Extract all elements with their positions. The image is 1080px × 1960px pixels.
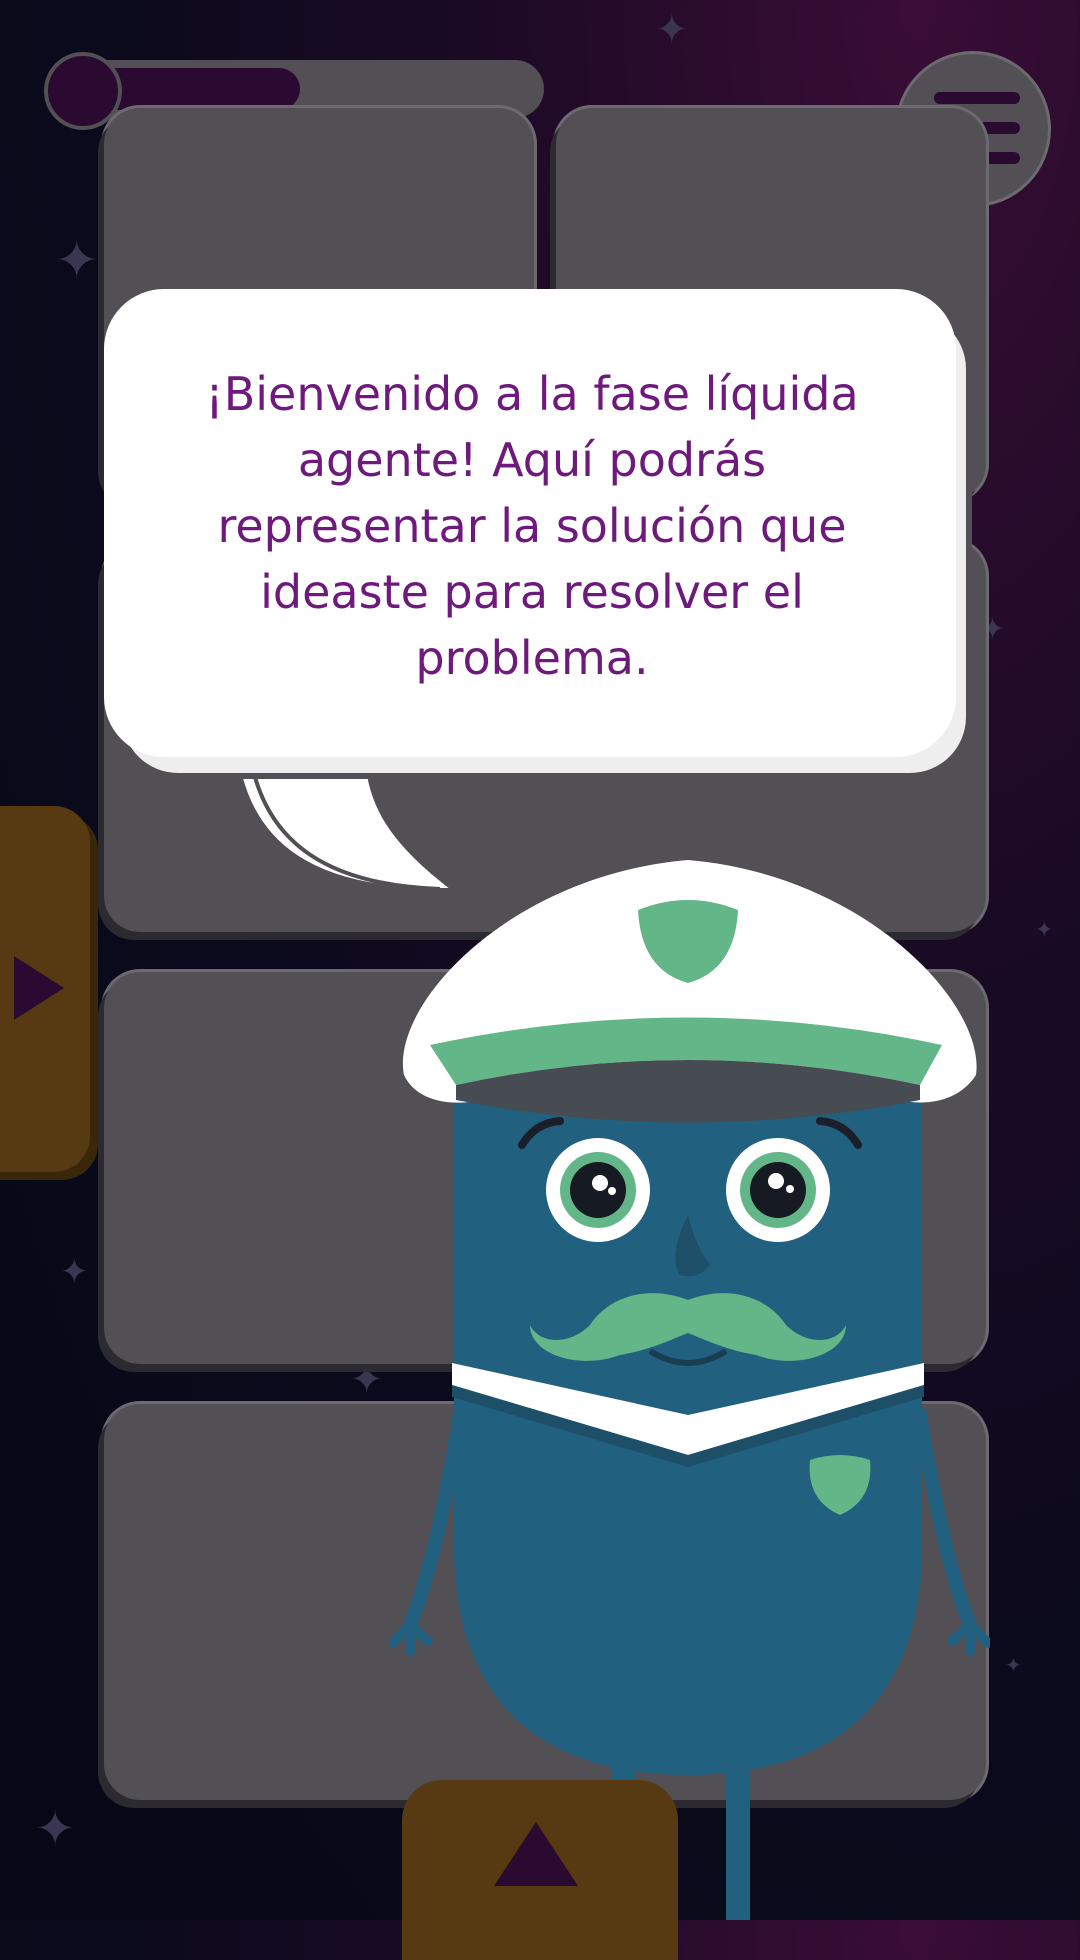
- star-decoration: ✦: [350, 1357, 384, 1403]
- star-decoration: ✦: [55, 231, 99, 291]
- star-decoration: ✦: [1005, 1653, 1022, 1677]
- side-play-button[interactable]: [0, 806, 90, 1172]
- star-decoration: ✦: [35, 1801, 76, 1857]
- arrow-up-icon: [494, 1822, 578, 1886]
- bubble-text: ¡Bienvenido a la fase líquida agente! Aq…: [205, 367, 859, 685]
- star-decoration: ✦: [60, 1252, 89, 1292]
- play-right-icon: [14, 956, 64, 1020]
- progress-knob: [44, 52, 122, 130]
- agent-character: [390, 860, 990, 1920]
- star-decoration: ✦: [1035, 918, 1054, 943]
- speech-bubble: ¡Bienvenido a la fase líquida agente! Aq…: [100, 285, 980, 905]
- bubble-body: ¡Bienvenido a la fase líquida agente! Aq…: [104, 289, 956, 757]
- star-decoration: ✦: [655, 7, 689, 53]
- bottom-up-button[interactable]: [402, 1780, 678, 1960]
